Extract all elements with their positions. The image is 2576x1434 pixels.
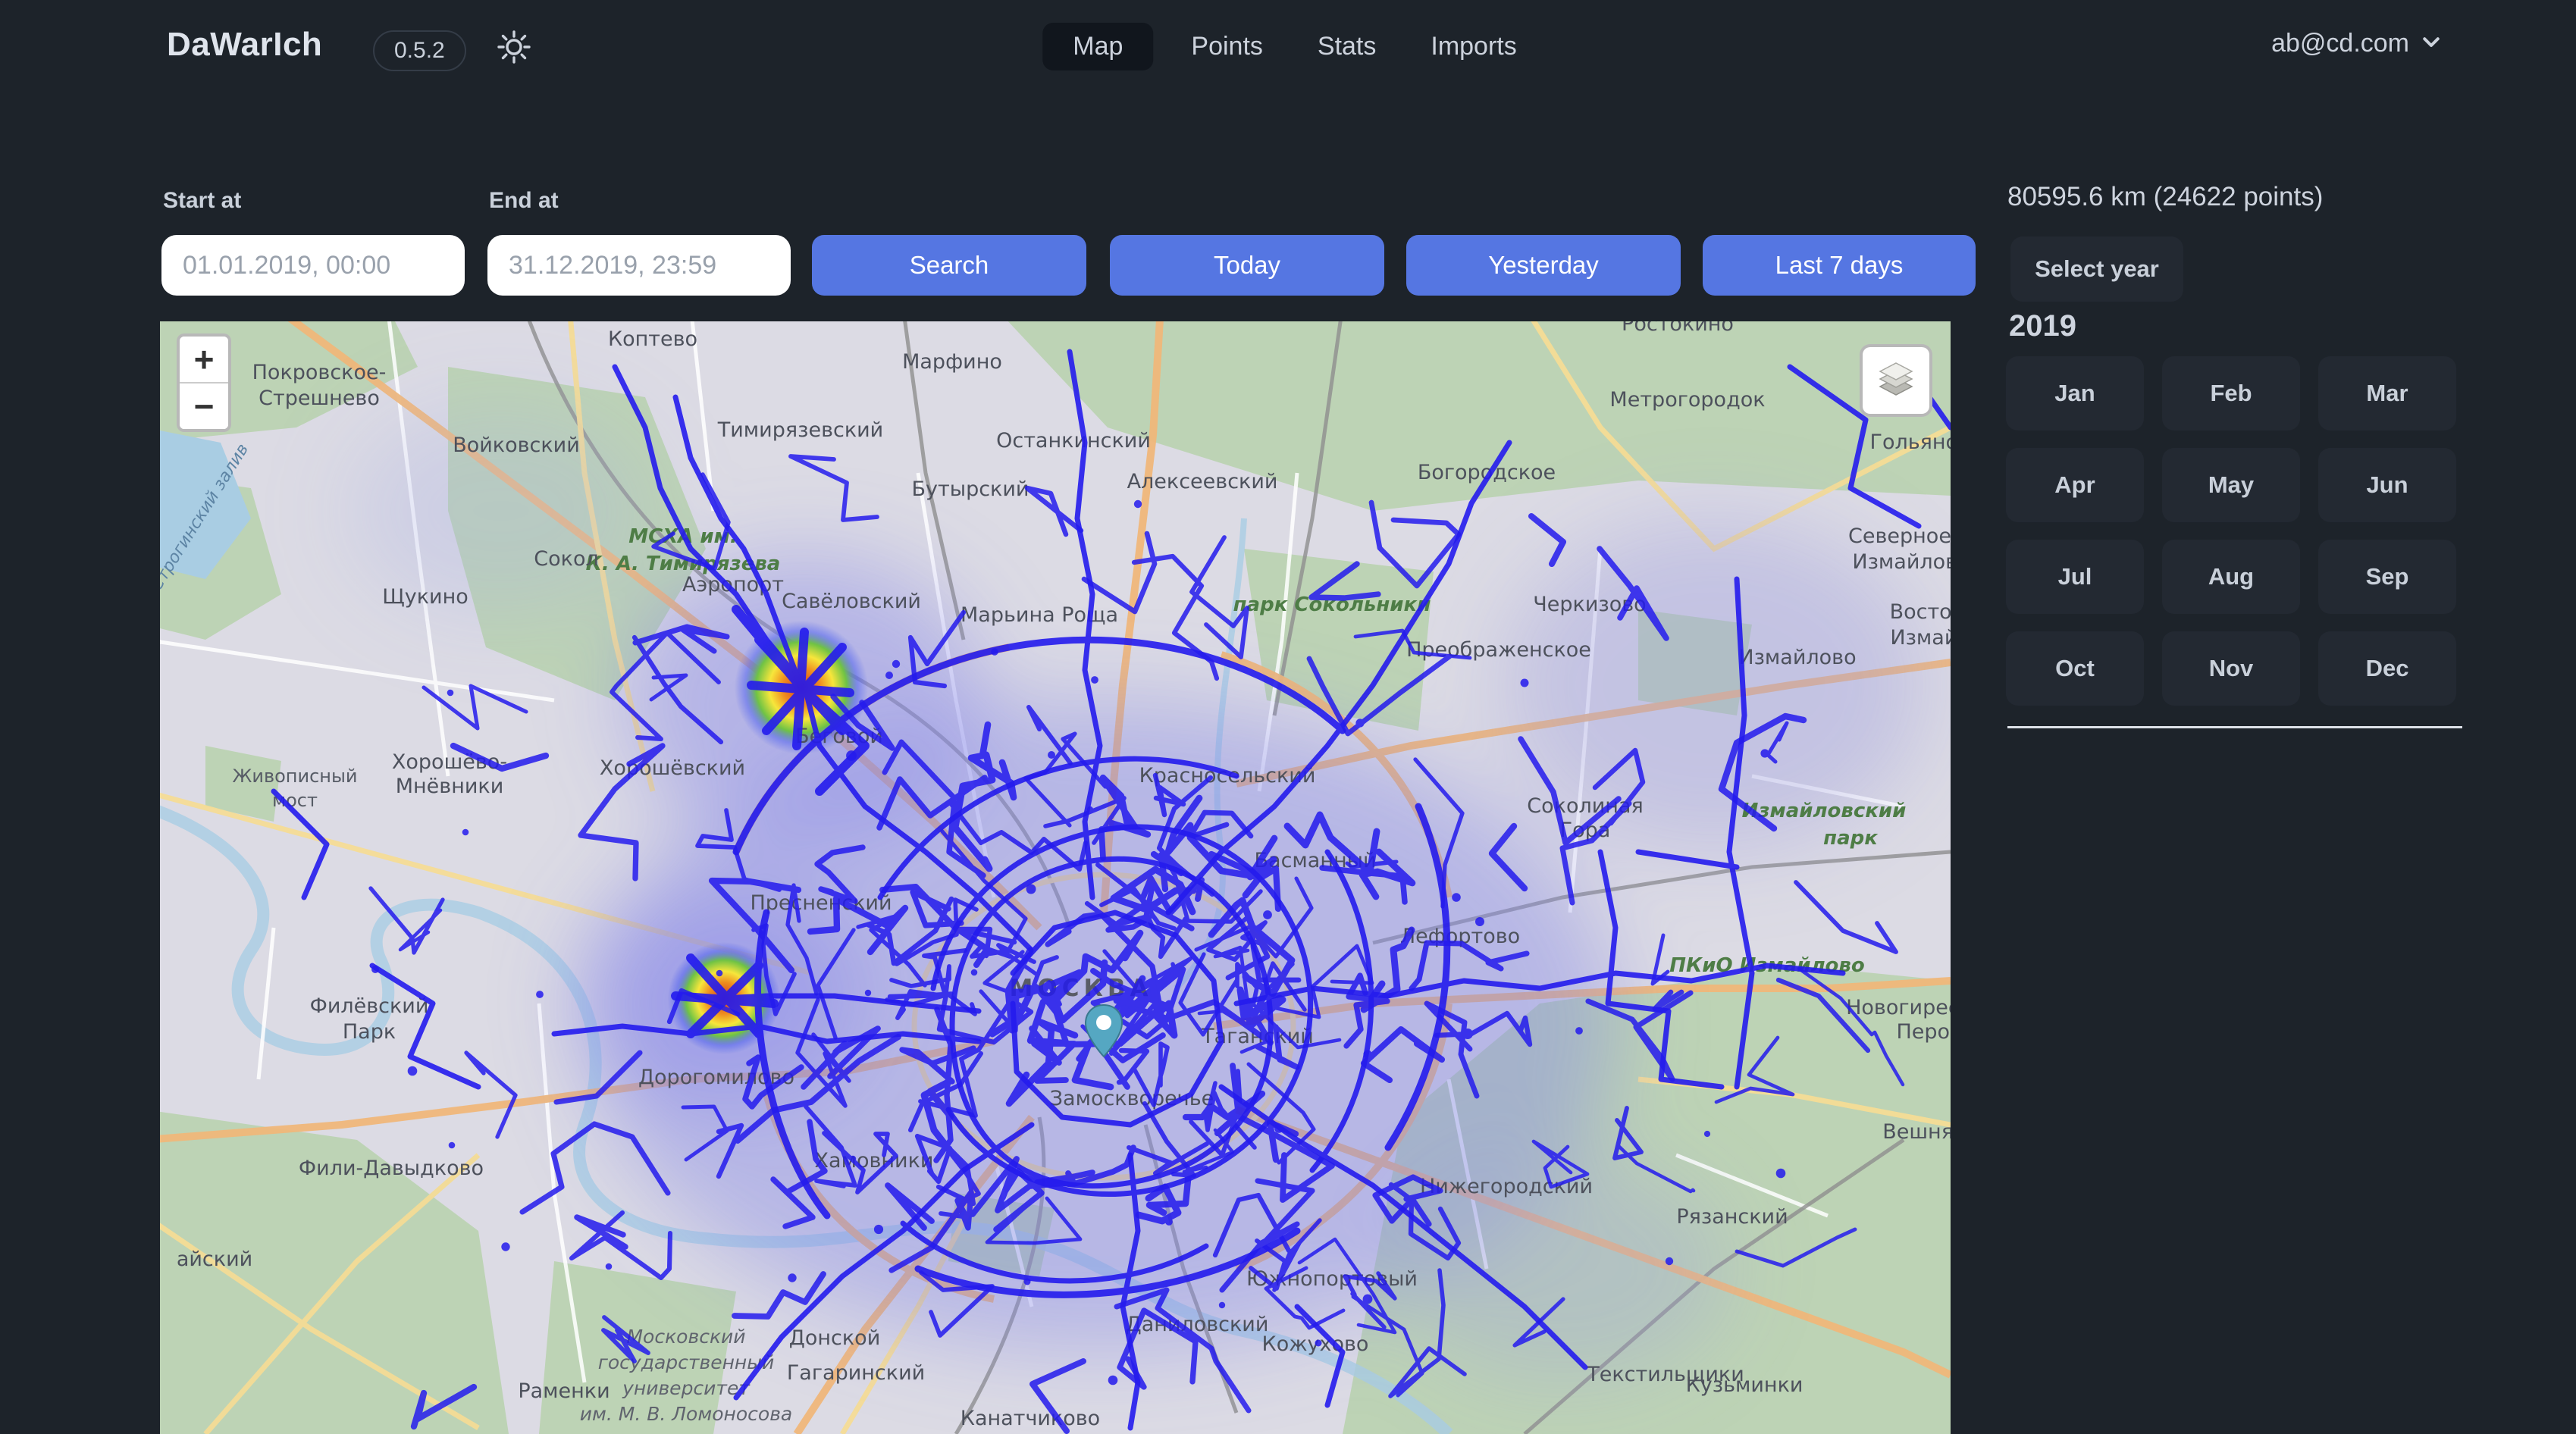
svg-text:Живописный: Живописный <box>233 766 358 787</box>
map[interactable]: Покровское- Стрешнево Коптево Тимирязевский… <box>160 321 1951 1434</box>
tab-points[interactable]: Points <box>1174 23 1280 70</box>
last-7-days-button[interactable]: Last 7 days <box>1703 235 1976 296</box>
month-button-jul[interactable]: Jul <box>2006 540 2144 614</box>
tab-stats[interactable]: Stats <box>1301 23 1393 70</box>
svg-text:Вешняки: Вешняки <box>1882 1120 1951 1144</box>
svg-text:Пресненский: Пресненский <box>750 891 892 915</box>
month-button-mar[interactable]: Mar <box>2318 356 2456 431</box>
month-button-aug[interactable]: Aug <box>2162 540 2300 614</box>
version-badge: 0.5.2 <box>373 30 466 71</box>
month-button-feb[interactable]: Feb <box>2162 356 2300 431</box>
location-marker[interactable] <box>1083 1003 1124 1058</box>
tab-map[interactable]: Map <box>1042 23 1153 70</box>
year-heading: 2019 <box>2009 309 2076 343</box>
month-button-dec[interactable]: Dec <box>2318 631 2456 706</box>
svg-text:Гагаринский: Гагаринский <box>787 1361 925 1385</box>
month-button-jun[interactable]: Jun <box>2318 448 2456 522</box>
svg-text:Новогиреево: Новогиреево <box>1846 996 1951 1019</box>
tab-imports[interactable]: Imports <box>1414 23 1533 70</box>
svg-text:айский: айский <box>177 1248 252 1271</box>
svg-text:Кузьминки: Кузьминки <box>1686 1373 1804 1397</box>
svg-text:Преображенское: Преображенское <box>1406 638 1591 662</box>
svg-text:Измайлово: Измайлово <box>1890 626 1951 650</box>
svg-text:Северное: Северное <box>1848 524 1951 548</box>
zoom-in-button[interactable]: + <box>180 337 228 384</box>
svg-text:Перово: Перово <box>1896 1020 1951 1044</box>
svg-text:Раменки: Раменки <box>518 1379 610 1403</box>
svg-text:университет: университет <box>622 1377 751 1399</box>
sidebar-divider <box>2007 726 2462 728</box>
svg-text:Коптево: Коптево <box>608 327 697 351</box>
svg-text:Марьина Роща: Марьина Роща <box>961 603 1118 627</box>
svg-text:парк: парк <box>1823 827 1879 850</box>
svg-text:Тимирязевский: Тимирязевский <box>717 418 883 442</box>
search-button[interactable]: Search <box>812 235 1086 296</box>
app-logo[interactable]: DaWarIch <box>167 26 322 64</box>
svg-text:им. М. В. Ломоносова: им. М. В. Ломоносова <box>580 1403 793 1425</box>
svg-text:Останкинский: Останкинский <box>996 429 1151 452</box>
svg-text:Филёвский: Филёвский <box>310 994 429 1018</box>
svg-text:Рязанский: Рязанский <box>1676 1205 1788 1229</box>
svg-text:Алексеевский: Алексеевский <box>1127 470 1278 493</box>
user-email: ab@cd.com <box>2271 29 2409 58</box>
svg-text:Метрогородок: Метрогородок <box>1609 388 1765 412</box>
svg-text:Восточное: Восточное <box>1890 600 1951 624</box>
zoom-out-button[interactable]: − <box>180 384 228 429</box>
chevron-down-icon <box>2420 30 2443 57</box>
svg-text:Ростокино: Ростокино <box>1622 321 1734 336</box>
user-menu[interactable]: ab@cd.com <box>2271 29 2443 58</box>
end-at-input[interactable] <box>487 235 791 296</box>
svg-text:Донской: Донской <box>789 1326 881 1350</box>
svg-text:Хорошёвский: Хорошёвский <box>600 756 745 780</box>
month-button-nov[interactable]: Nov <box>2162 631 2300 706</box>
svg-text:Хамовники: Хамовники <box>815 1149 934 1173</box>
svg-text:Измайлово: Измайлово <box>1738 646 1856 669</box>
svg-text:Савёловский: Савёловский <box>782 590 921 613</box>
svg-text:Щукино: Щукино <box>382 585 469 609</box>
layers-icon <box>1872 355 1919 406</box>
svg-text:Фили-Давыдково: Фили-Давыдково <box>299 1157 484 1180</box>
distance-stats: 80595.6 km (24622 points) <box>2007 182 2323 212</box>
svg-text:Даниловский: Даниловский <box>1126 1313 1269 1336</box>
yesterday-button[interactable]: Yesterday <box>1406 235 1681 296</box>
end-at-label: End at <box>489 188 559 214</box>
month-button-apr[interactable]: Apr <box>2006 448 2144 522</box>
month-button-jan[interactable]: Jan <box>2006 356 2144 431</box>
svg-text:Марфино: Марфино <box>902 350 1002 374</box>
start-at-label: Start at <box>163 188 241 214</box>
svg-text:Стрешнево: Стрешнево <box>259 387 380 410</box>
month-button-oct[interactable]: Oct <box>2006 631 2144 706</box>
select-year-button[interactable]: Select year <box>2010 236 2183 302</box>
svg-text:Гольяново: Гольяново <box>1869 431 1951 454</box>
svg-text:Сокол: Сокол <box>534 547 598 571</box>
main-nav: Map Points Stats Imports <box>1042 23 1533 70</box>
today-button[interactable]: Today <box>1110 235 1384 296</box>
month-button-sep[interactable]: Sep <box>2318 540 2456 614</box>
map-canvas: Покровское- Стрешнево Коптево Тимирязевский… <box>160 321 1951 1434</box>
svg-text:Мнёвники: Мнёвники <box>396 775 504 798</box>
month-button-may[interactable]: May <box>2162 448 2300 522</box>
svg-text:Покровское-: Покровское- <box>252 361 387 384</box>
svg-text:Измайлово: Измайлово <box>1852 550 1951 574</box>
svg-text:Московский: Московский <box>626 1326 745 1348</box>
svg-text:Нижегородский: Нижегородский <box>1420 1175 1593 1198</box>
map-zoom-control: + − <box>177 333 231 432</box>
svg-text:Замоскворечье: Замоскворечье <box>1050 1087 1214 1110</box>
navbar: DaWarIch 0.5.2 Map Points Stats Imports … <box>0 0 2576 95</box>
svg-text:Войковский: Войковский <box>453 434 580 457</box>
svg-text:Канатчиково: Канатчиково <box>961 1407 1100 1430</box>
start-at-input[interactable] <box>161 235 465 296</box>
theme-toggle-sun-icon[interactable] <box>494 27 534 67</box>
map-layers-control[interactable] <box>1860 344 1932 417</box>
svg-text:Бутырский: Бутырский <box>912 477 1029 501</box>
svg-text:Парк: Парк <box>343 1020 396 1044</box>
svg-text:государственный: государственный <box>598 1351 775 1373</box>
